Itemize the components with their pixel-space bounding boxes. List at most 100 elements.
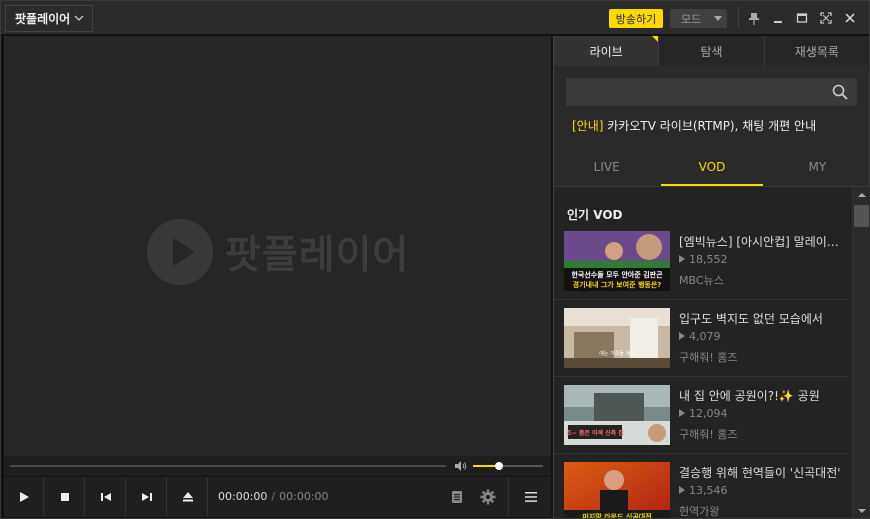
- vod-views: 12,094: [679, 407, 728, 420]
- fullscreen-button[interactable]: [818, 10, 834, 26]
- fullscreen-icon: [820, 12, 832, 24]
- vod-views: 18,552: [679, 253, 728, 266]
- close-button[interactable]: [842, 10, 858, 26]
- thumbnail-image: 조~ 품은 이색 신축 집: [564, 385, 670, 445]
- thumb-text-1: 한국선수들 모두 안아준 김판곤: [571, 270, 663, 279]
- progress-area: [4, 456, 551, 476]
- vod-title: 결승행 위해 현역들이 '신곡대전': [679, 466, 841, 480]
- thumbnail-image: 에는 가족들 새라: [564, 308, 670, 368]
- tab-playlist[interactable]: 재생목록: [764, 36, 870, 66]
- vod-list: 인기 VOD 한국선수들 모두 안아준 김판곤 경기내내 그가 보여준 행동은?…: [554, 186, 870, 518]
- potplayer-window: 팟플레이어 방송하기 모드 팟플레이어 00:00:00 / 00:00:00 …: [0, 0, 870, 519]
- vod-thumbnail: 조~ 품은 이색 신축 집: [564, 385, 670, 445]
- volume-icon[interactable]: [455, 461, 467, 471]
- playlist-doc-icon[interactable]: [449, 489, 465, 505]
- view-count: 13,546: [689, 484, 728, 497]
- minimize-icon: [774, 21, 782, 23]
- view-count: 4,079: [689, 330, 721, 343]
- eject-icon: [182, 492, 193, 502]
- broadcast-button[interactable]: 방송하기: [609, 9, 663, 28]
- menu-icon[interactable]: [523, 489, 539, 505]
- current-time: 00:00:00: [218, 490, 268, 503]
- previous-button[interactable]: [86, 477, 126, 517]
- vod-channel: 현역가왕: [679, 505, 720, 518]
- app-menu-button[interactable]: 팟플레이어: [5, 5, 93, 32]
- sub-tabs: LIVE VOD MY: [554, 148, 870, 186]
- scroll-up-button[interactable]: [853, 187, 870, 203]
- seek-bar[interactable]: [10, 465, 446, 467]
- vod-item[interactable]: 에는 가족들 새라 입구도 벽지도 없던 모습에서 4,079 구해줘! 홈즈: [554, 300, 849, 377]
- thumb-text: 에는 가족들 새라: [599, 350, 635, 357]
- vod-channel: MBC뉴스: [679, 274, 724, 287]
- pin-icon: [749, 12, 759, 25]
- search-input[interactable]: [566, 78, 826, 106]
- volume-knob[interactable]: [494, 462, 503, 470]
- subtab-vod[interactable]: VOD: [659, 148, 764, 186]
- caret-down-icon: [714, 16, 722, 21]
- play-count-icon: [679, 409, 685, 417]
- notice-link[interactable]: [안내] 카카오TV 라이브(RTMP), 채팅 개편 안내: [572, 117, 816, 134]
- next-button[interactable]: [127, 477, 167, 517]
- play-button[interactable]: [4, 477, 44, 517]
- vod-thumbnail: 한국선수들 모두 안아준 김판곤 경기내내 그가 보여준 행동은?: [564, 231, 670, 291]
- close-icon: [845, 13, 855, 23]
- settings-gear-icon[interactable]: [480, 489, 496, 505]
- mode-dropdown[interactable]: 모드: [670, 9, 727, 28]
- main-tabs: 라이브 탐색 재생목록: [554, 36, 870, 66]
- notice-tag: [안내]: [572, 119, 604, 133]
- chevron-down-icon: [857, 509, 866, 513]
- stop-button[interactable]: [45, 477, 85, 517]
- thumbnail-image: 마지막 라운드 신곡대전: [564, 462, 670, 518]
- vod-channel: 구해줘! 홈즈: [679, 428, 738, 441]
- search-icon[interactable]: [832, 84, 848, 100]
- control-bar: 00:00:00/00:00:00: [4, 477, 551, 517]
- vod-channel: 구해줘! 홈즈: [679, 351, 738, 364]
- maximize-icon: [796, 13, 808, 23]
- minimize-button[interactable]: [770, 10, 786, 26]
- tab-live[interactable]: 라이브: [554, 36, 660, 66]
- subtab-my[interactable]: MY: [765, 148, 870, 186]
- volume-slider[interactable]: [473, 462, 543, 470]
- time-display: 00:00:00/00:00:00: [218, 490, 329, 503]
- video-area[interactable]: 팟플레이어: [4, 36, 551, 456]
- vod-title: 입구도 벽지도 없던 모습에서: [679, 312, 823, 326]
- stop-icon: [60, 493, 69, 501]
- time-separator: /: [271, 490, 276, 503]
- thumbnail-image: 한국선수들 모두 안아준 김판곤 경기내내 그가 보여준 행동은?: [564, 231, 670, 291]
- play-icon: [19, 492, 29, 502]
- scroll-thumb[interactable]: [854, 205, 869, 227]
- divider: [738, 7, 739, 29]
- thumb-text: 조~ 품은 이색 신축 집: [566, 429, 624, 437]
- brand-logo: 팟플레이어: [147, 217, 409, 287]
- play-count-icon: [679, 486, 685, 494]
- sidebar-panel: 라이브 탐색 재생목록 [안내] 카카오TV 라이브(RTMP), 채팅 개편 …: [553, 36, 870, 518]
- maximize-button[interactable]: [794, 10, 810, 26]
- vod-views: 13,546: [679, 484, 728, 497]
- search-box: [566, 78, 857, 106]
- scroll-down-button[interactable]: [853, 503, 870, 518]
- subtab-live[interactable]: LIVE: [554, 148, 659, 186]
- previous-icon: [100, 493, 111, 501]
- play-count-icon: [679, 332, 685, 340]
- tab-explore[interactable]: 탐색: [659, 36, 765, 66]
- vertical-scrollbar[interactable]: [852, 187, 870, 518]
- chevron-up-icon: [857, 193, 866, 197]
- app-menu-label: 팟플레이어: [15, 12, 71, 26]
- mode-label: 모드: [681, 12, 702, 26]
- thumb-text: 마지막 라운드 신곡대전: [582, 512, 651, 518]
- vod-title: 내 집 안에 공원이?!✨ 공원: [679, 389, 820, 403]
- vod-thumbnail: 에는 가족들 새라: [564, 308, 670, 368]
- vod-views: 4,079: [679, 330, 721, 343]
- vod-item[interactable]: 마지막 라운드 신곡대전 결승행 위해 현역들이 '신곡대전' 13,546 현…: [554, 454, 849, 518]
- vod-item[interactable]: 조~ 품은 이색 신축 집 내 집 안에 공원이?!✨ 공원 12,094 구해…: [554, 377, 849, 454]
- title-bar: 팟플레이어 방송하기 모드: [1, 1, 869, 35]
- thumb-text-2: 경기내내 그가 보여준 행동은?: [573, 280, 662, 289]
- eject-button[interactable]: [168, 477, 208, 517]
- divider: [508, 477, 509, 517]
- play-count-icon: [679, 255, 685, 263]
- pin-button[interactable]: [746, 10, 762, 26]
- vod-thumbnail: 마지막 라운드 신곡대전: [564, 462, 670, 518]
- list-heading: 인기 VOD: [567, 208, 623, 222]
- play-logo-icon: [147, 219, 213, 285]
- vod-item[interactable]: 한국선수들 모두 안아준 김판곤 경기내내 그가 보여준 행동은? [엠빅뉴스]…: [554, 223, 849, 300]
